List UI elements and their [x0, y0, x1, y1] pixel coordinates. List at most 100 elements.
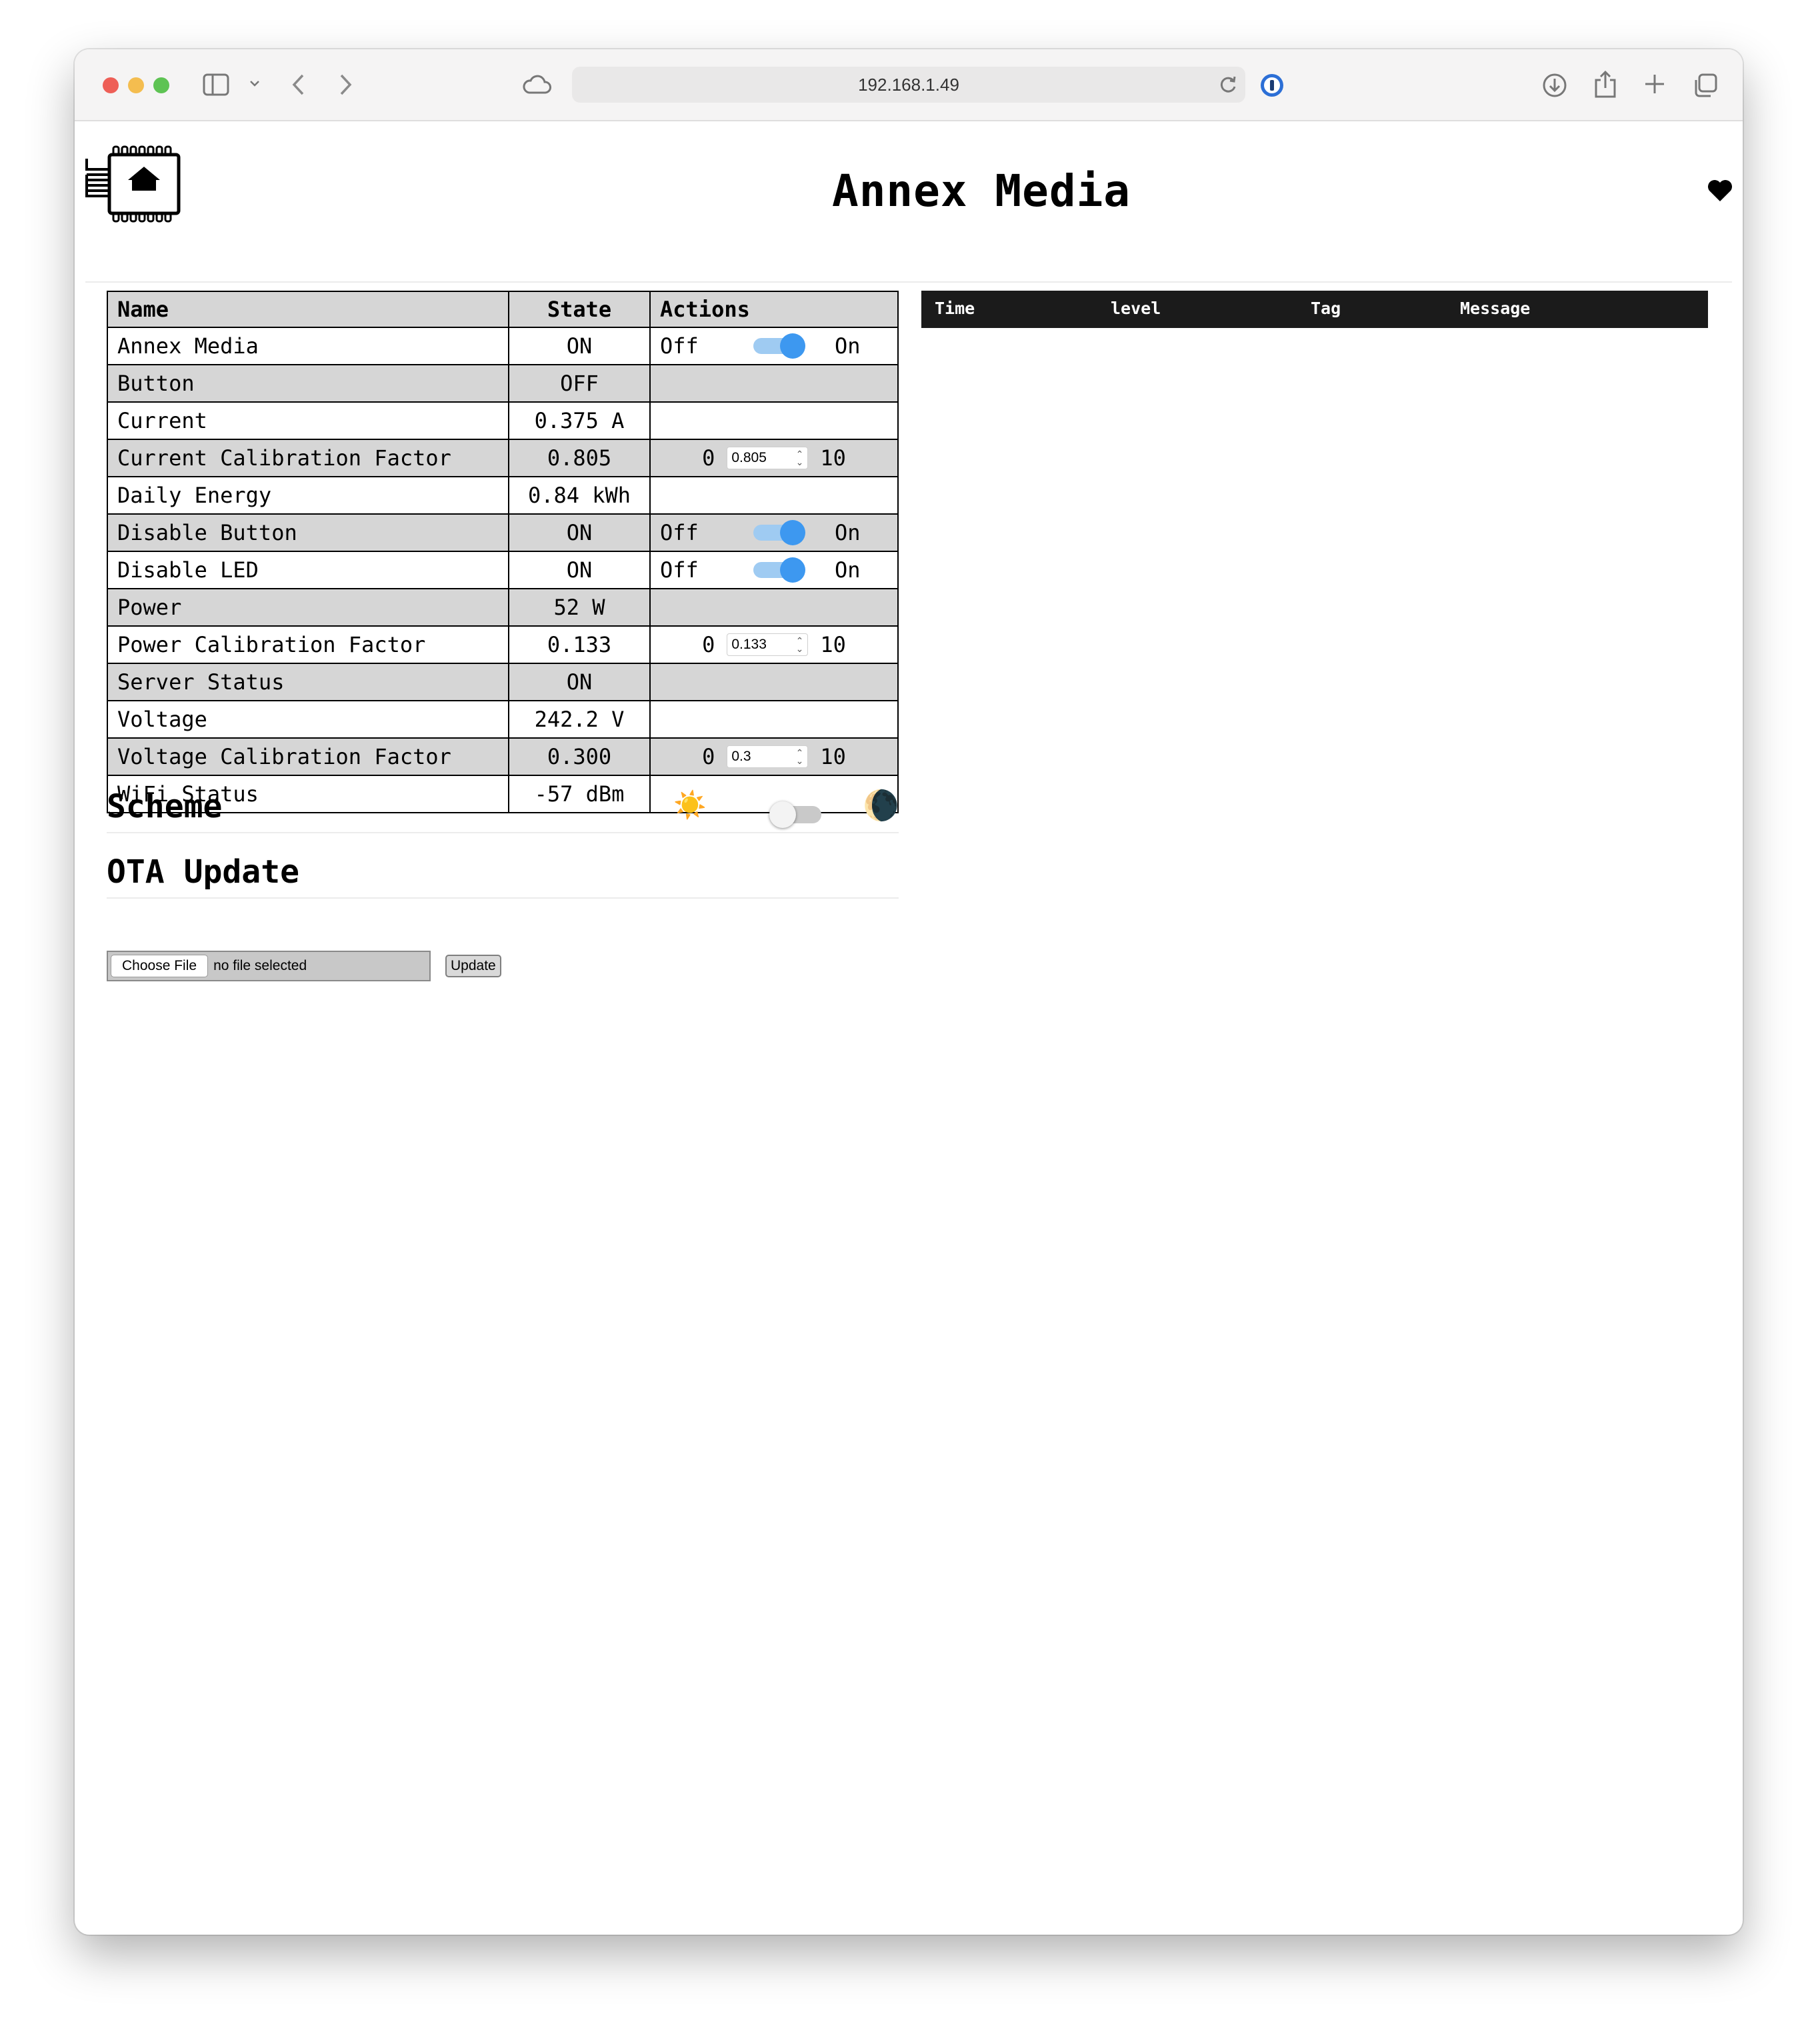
number-input[interactable]: 0.805 ⌃ ⌄	[727, 447, 809, 469]
row-actions: 0 0.133 ⌃ ⌄ 10	[649, 625, 899, 664]
minimize-window-button[interactable]	[128, 77, 144, 93]
device-table: Name State Actions Annex Media ON Off On But…	[107, 291, 899, 813]
row-name: Voltage Calibration Factor	[107, 737, 509, 776]
row-state: 0.805	[508, 439, 651, 477]
row-state: ON	[508, 327, 651, 365]
row-name: Annex Media	[107, 327, 509, 365]
table-row: Current Calibration Factor 0.805 0 0.805 ⌃ ⌄ 1…	[107, 439, 899, 477]
reload-icon[interactable]	[1217, 73, 1239, 99]
switch-off-label: Off	[660, 333, 699, 359]
column-header-actions: Actions	[649, 291, 899, 328]
download-icon[interactable]	[1541, 72, 1568, 99]
range-min: 0	[702, 445, 715, 471]
choose-file-button[interactable]: Choose File	[111, 955, 209, 977]
row-state: 0.133	[508, 625, 651, 664]
table-row: Power Calibration Factor 0.133 0 0.133 ⌃ ⌄ 10	[107, 625, 899, 664]
row-state: 0.375 A	[508, 401, 651, 440]
row-name: Current	[107, 401, 509, 440]
switch-on-label: On	[835, 520, 861, 545]
stepper-icon[interactable]: ⌃ ⌄	[796, 449, 804, 467]
scheme-divider	[107, 832, 899, 833]
row-actions: Off On	[649, 551, 899, 589]
row-actions	[649, 663, 899, 701]
header-divider	[85, 281, 1732, 283]
row-name: Voltage	[107, 700, 509, 739]
switch-off-label: Off	[660, 557, 699, 583]
number-input[interactable]: 0.133 ⌃ ⌄	[727, 633, 809, 656]
stepper-icon[interactable]: ⌃ ⌄	[796, 636, 804, 653]
update-button[interactable]: Update	[445, 955, 501, 977]
toggle-switch[interactable]	[753, 520, 805, 545]
table-row: Disable LED ON Off On	[107, 551, 899, 589]
row-actions: 0 0.805 ⌃ ⌄ 10	[649, 439, 899, 477]
row-state: ON	[508, 513, 651, 552]
number-input-value: 0.133	[731, 637, 767, 652]
browser-window: 192.168.1.49 Annex Media Name State Acti…	[75, 49, 1743, 1935]
sun-icon: ☀️	[673, 790, 707, 821]
log-column-message: Message	[1460, 299, 1531, 318]
range-min: 0	[702, 632, 715, 657]
dark-mode-toggle[interactable]	[769, 801, 821, 828]
row-state: ON	[508, 551, 651, 589]
table-row: Voltage 242.2 V	[107, 700, 899, 739]
address-bar[interactable]: 192.168.1.49	[572, 67, 1245, 103]
row-name: Button	[107, 364, 509, 403]
row-state: OFF	[508, 364, 651, 403]
row-actions	[649, 401, 899, 440]
browser-toolbar: 192.168.1.49	[75, 49, 1743, 121]
row-name: Power	[107, 588, 509, 627]
tab-overview-icon[interactable]	[1692, 72, 1719, 99]
table-header-row: Name State Actions	[107, 291, 899, 328]
table-row: Current 0.375 A	[107, 401, 899, 440]
close-window-button[interactable]	[103, 77, 119, 93]
toggle-switch[interactable]	[753, 557, 805, 583]
back-arrow-icon[interactable]	[291, 73, 305, 96]
chevron-down-icon[interactable]	[249, 79, 260, 88]
row-actions	[649, 700, 899, 739]
range-max: 10	[820, 445, 846, 471]
forward-arrow-icon[interactable]	[339, 73, 353, 96]
web-page: Annex Media Name State Actions Annex Med…	[75, 121, 1743, 1935]
table-row: Disable Button ON Off On	[107, 513, 899, 552]
column-header-name: Name	[107, 291, 509, 328]
row-name: Power Calibration Factor	[107, 625, 509, 664]
cloud-icon[interactable]	[521, 75, 552, 95]
share-icon[interactable]	[1593, 69, 1617, 99]
home-logo-icon[interactable]	[83, 145, 183, 223]
table-row: Power 52 W	[107, 588, 899, 627]
zoom-window-button[interactable]	[153, 77, 169, 93]
row-actions: Off On	[649, 513, 899, 552]
switch-on-label: On	[835, 333, 861, 359]
row-state: 52 W	[508, 588, 651, 627]
switch-off-label: Off	[660, 520, 699, 545]
range-max: 10	[820, 744, 846, 769]
scheme-title: Scheme	[107, 788, 223, 825]
number-input-value: 0.805	[731, 450, 767, 465]
file-input[interactable]: Choose File no file selected	[107, 951, 431, 981]
row-actions: Off On	[649, 327, 899, 365]
row-actions	[649, 476, 899, 515]
number-input[interactable]: 0.3 ⌃ ⌄	[727, 745, 809, 768]
table-row: Voltage Calibration Factor 0.300 0 0.3 ⌃ ⌄ 10	[107, 737, 899, 776]
ota-update-title: OTA Update	[107, 853, 299, 891]
row-state: ON	[508, 663, 651, 701]
row-name: Daily Energy	[107, 476, 509, 515]
log-column-time: Time	[935, 299, 975, 318]
row-actions	[649, 588, 899, 627]
table-row: Button OFF	[107, 364, 899, 403]
log-table-header: Time level Tag Message	[921, 291, 1708, 328]
row-name: Disable LED	[107, 551, 509, 589]
row-state: 0.84 kWh	[508, 476, 651, 515]
password-manager-icon[interactable]	[1259, 72, 1285, 99]
new-tab-icon[interactable]	[1643, 72, 1667, 96]
row-name: Server Status	[107, 663, 509, 701]
row-name: Current Calibration Factor	[107, 439, 509, 477]
heart-icon[interactable]	[1707, 179, 1733, 203]
stepper-icon[interactable]: ⌃ ⌄	[796, 748, 804, 765]
column-header-state: State	[508, 291, 651, 328]
row-name: Disable Button	[107, 513, 509, 552]
sidebar-toggle-icon[interactable]	[203, 73, 229, 96]
log-column-level: level	[1111, 299, 1161, 318]
url-text: 192.168.1.49	[858, 74, 959, 95]
toggle-switch[interactable]	[753, 333, 805, 359]
